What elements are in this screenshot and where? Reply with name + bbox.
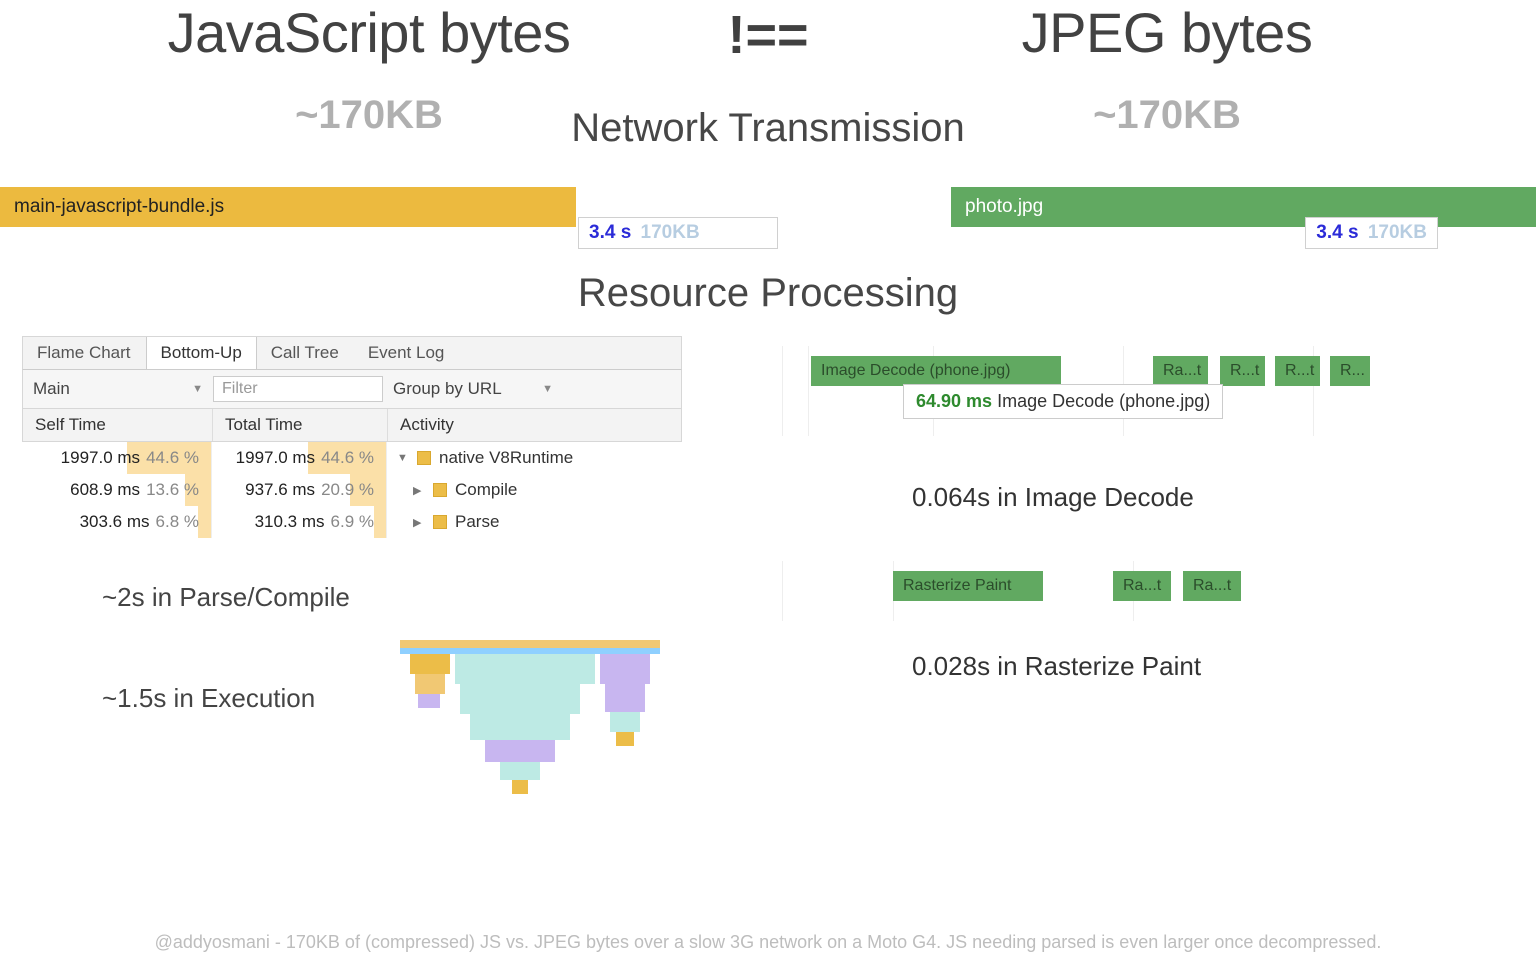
jpeg-title: JPEG bytes [858, 0, 1476, 65]
flame-graph-thumbnail [400, 640, 660, 810]
chevron-down-icon: ▼ [192, 383, 203, 395]
photo-badge-size: 170KB [1368, 222, 1427, 243]
raster-block-2: R...t [1220, 356, 1265, 386]
chevron-down-icon: ▼ [542, 383, 553, 395]
tab-call-tree[interactable]: Call Tree [257, 337, 354, 369]
image-decode-callout: 0.064s in Image Decode [912, 482, 1514, 513]
chevron-down-icon[interactable]: ▼ [397, 452, 409, 464]
activity-cell: ▶ Compile [387, 474, 682, 506]
activity-label: Compile [455, 480, 517, 500]
tab-flame-chart[interactable]: Flame Chart [23, 337, 146, 369]
activity-label: native V8Runtime [439, 448, 573, 468]
tooltip-ms: 64.90 ms [916, 391, 992, 411]
time-cell: 1997.0 ms44.6 % [212, 442, 387, 474]
raster-small-2: Ra...t [1183, 571, 1241, 601]
profiler-tabs: Flame Chart Bottom-Up Call Tree Event Lo… [22, 336, 682, 370]
activity-cell: ▶ Parse [387, 506, 682, 538]
resource-title: Resource Processing [0, 271, 1536, 316]
raster-timeline: Rasterize Paint Ra...t Ra...t [782, 561, 1514, 621]
raster-callout: 0.028s in Rasterize Paint [912, 651, 1514, 682]
activity-label: Parse [455, 512, 499, 532]
not-equal: !== [678, 0, 858, 66]
chevron-right-icon[interactable]: ▶ [413, 484, 425, 497]
footnote: @addyosmani - 170KB of (compressed) JS v… [0, 932, 1536, 953]
filter-input[interactable]: Filter [213, 376, 383, 402]
js-bundle-bar: main-javascript-bundle.js [0, 187, 576, 227]
tab-event-log[interactable]: Event Log [354, 337, 460, 369]
raster-block-1: Ra...t [1153, 356, 1208, 386]
group-dropdown[interactable]: Group by URL ▼ [393, 379, 553, 399]
parse-compile-callout: ~2s in Parse/Compile [102, 582, 682, 613]
group-label: Group by URL [393, 379, 502, 399]
activity-cell: ▼ native V8Runtime [387, 442, 682, 474]
col-total-time[interactable]: Total Time [213, 409, 388, 441]
col-self-time[interactable]: Self Time [23, 409, 213, 441]
thread-label: Main [33, 379, 70, 399]
raster-small-1: Ra...t [1113, 571, 1171, 601]
tooltip-text: Image Decode (phone.jpg) [997, 391, 1210, 411]
js-time: 3.4 s [589, 222, 631, 243]
tab-bottom-up[interactable]: Bottom-Up [146, 337, 257, 369]
table-row[interactable]: 1997.0 ms44.6 %1997.0 ms44.6 % ▼ native V8… [22, 442, 682, 474]
activity-color-icon [417, 451, 431, 465]
image-decode-timeline: Image Decode (phone.jpg) Ra...t R...t R.… [782, 346, 1514, 436]
activity-color-icon [433, 515, 447, 529]
time-cell: 608.9 ms13.6 % [22, 474, 212, 506]
photo-filename: photo.jpg [965, 196, 1043, 218]
js-bundle-badge: 3.4 s 170KB [578, 217, 778, 249]
js-filename: main-javascript-bundle.js [14, 196, 224, 218]
chevron-right-icon[interactable]: ▶ [413, 516, 425, 529]
js-badge-size: 170KB [641, 222, 700, 243]
time-cell: 303.6 ms6.8 % [22, 506, 212, 538]
table-row[interactable]: 608.9 ms13.6 %937.6 ms20.9 % ▶ Compile [22, 474, 682, 506]
raster-block-3: R...t [1275, 356, 1320, 386]
time-cell: 937.6 ms20.9 % [212, 474, 387, 506]
thread-dropdown[interactable]: Main ▼ [33, 379, 203, 399]
raster-block-4: R... [1330, 356, 1370, 386]
time-cell: 310.3 ms6.9 % [212, 506, 387, 538]
photo-time: 3.4 s [1316, 222, 1358, 243]
time-cell: 1997.0 ms44.6 % [22, 442, 212, 474]
image-decode-block: Image Decode (phone.jpg) [811, 356, 1061, 386]
photo-bar: photo.jpg [951, 187, 1536, 227]
photo-badge: 3.4 s 170KB [1305, 217, 1438, 249]
activity-color-icon [433, 483, 447, 497]
js-title: JavaScript bytes [60, 0, 678, 65]
rasterize-paint-block: Rasterize Paint [893, 571, 1043, 601]
col-activity[interactable]: Activity [388, 409, 681, 441]
table-row[interactable]: 303.6 ms6.8 %310.3 ms6.9 % ▶ Parse [22, 506, 682, 538]
image-decode-tooltip: 64.90 ms Image Decode (phone.jpg) [903, 384, 1223, 419]
